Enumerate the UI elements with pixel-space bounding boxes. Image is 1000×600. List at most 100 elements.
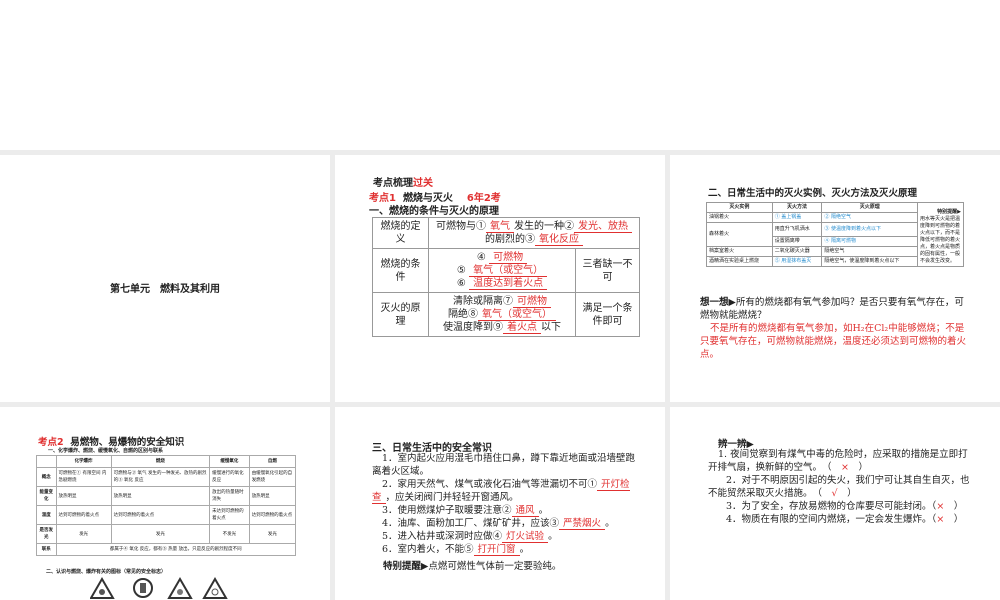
answer: 着火点 (503, 322, 541, 334)
answer: 氧气（或空气） (469, 265, 548, 277)
answer: 氧化反应 (535, 234, 583, 246)
slide-1[interactable]: 第七单元 燃料及其利用 (0, 155, 330, 402)
special-tip: 特别提醒▶点燃可燃性气体前一定要验纯。 (383, 560, 561, 573)
cell: 可燃物与② 氧气 发生的一种发光、放热的剧烈的③ 氧化 反应 (110, 467, 211, 487)
col-header: 灭火实例 (706, 202, 773, 213)
slide-2[interactable]: 考点梳理过关 考点1 燃烧与灭火 6年2考 一、燃烧的条件与灭火的原理 燃烧的定… (335, 155, 665, 402)
tip-label: 特别提醒▶ (383, 561, 429, 572)
answer: 可燃物 (489, 252, 528, 264)
cell: 缓慢进行的氧化反应 (209, 467, 250, 487)
note: 三者缺一不可 (575, 248, 640, 293)
safety-signs (90, 577, 228, 599)
think-label: 想一想▶ (700, 297, 736, 308)
reaction-table: 化学爆炸 燃烧 缓慢氧化 自燃 概念 可燃物在① 有限空间 内急剧燃烧 可燃物与② 氧气 … (36, 455, 297, 556)
table-row: 是否发光 发光 发光 不发光 发光 (36, 524, 297, 544)
text: 隔绝⑧ (448, 309, 478, 320)
slide-3[interactable]: 二、日常生活中的灭火实例、灭火方法及灭火原理 灭火实例 灭火方法 灭火原理 特别… (670, 155, 1000, 402)
answer-cell: ① 盖上锅盖 (771, 212, 823, 223)
oxidizer-sign-icon (202, 577, 228, 599)
cell: 发光 (248, 524, 297, 544)
tip-title: 特别提醒▶ (937, 209, 961, 215)
row-label: 联系 (36, 543, 57, 556)
header-text: 考点梳理 (373, 178, 413, 189)
slide-4[interactable]: 考点2 易燃物、易爆物的安全知识 一、化学爆炸、燃烧、缓慢氧化、自燃的区别与联系… (0, 407, 330, 600)
cell: 森林着火 (706, 222, 773, 247)
text: 5．进入枯井或深洞时应做④ (382, 531, 503, 542)
list-item: 4．物质在有限的空间内燃烧，一定会发生爆炸。（× ） (726, 514, 964, 525)
row-label: 灭火的原理 (372, 292, 429, 337)
cell: 由缓慢氧化引起的自发燃烧 (248, 467, 297, 487)
section-header: 考点梳理过关 (373, 174, 433, 189)
table-row: 概念 可燃物在① 有限空间 内急剧燃烧 可燃物与② 氧气 发生的一种发光、放热的剧烈… (36, 467, 297, 487)
section-title: 二、日常生活中的灭火实例、灭火方法及灭火原理 (708, 188, 918, 199)
answer: 氧气（或空气） (478, 309, 556, 321)
list-item: 1. 夜间觉察到有煤气中毒的危险时，应采取的措施是立即打开排气扇，换新鲜的空气。… (708, 449, 968, 473)
table-header: 化学爆炸 燃烧 缓慢氧化 自燃 (36, 455, 297, 468)
table-row: 能量变化 放热明显 放热明显 放出的热量随时消失 放热明显 (36, 486, 297, 506)
conditions-cell: ④ 可燃物 ⑤ 氧气（或空气） ⑥ 温度达到着火点 (428, 248, 576, 293)
text: 3．使用燃煤炉子取暖要注意② (382, 505, 512, 516)
think-answer: 不是所有的燃烧都有氧气参加，如H₂在Cl₂中能够燃烧；不是只要氧气存在，可燃物就… (700, 323, 967, 360)
cell: 发光 (110, 524, 211, 544)
tip-text: 点燃可燃性气体前一定要验纯。 (428, 561, 562, 572)
slide-5[interactable]: 三、日常生活中的安全常识 1．室内起火应用湿毛巾捂住口鼻，蹲下靠近地面或沿墙壁跑… (335, 407, 665, 600)
row-label: 燃烧的定义 (372, 217, 429, 249)
text: 。 (519, 544, 530, 555)
text: 的剧烈的③ (485, 234, 535, 245)
answer-cell: ② 隔绝空气 (821, 212, 918, 223)
text: 。 (538, 505, 549, 516)
text: 。 (548, 531, 558, 542)
num: ⑤ (456, 265, 466, 276)
col-header: 缓慢氧化 (209, 455, 250, 468)
col-header: 灭火原理 (821, 202, 918, 213)
text: 4．油库、面粉加工厂、煤矿矿井，应该③ (382, 518, 560, 529)
combustion-table: 燃烧的定义 可燃物与① 氧气 发生的一种② 发光、放热的剧烈的③ 氧化反应 燃烧的条件 … (372, 217, 640, 337)
table-header: 灭火实例 灭火方法 灭火原理 特别提醒▶ 用水等灭火是把温度降到可燃物的着火点以下… (706, 202, 964, 267)
cell: 发光 (55, 524, 112, 544)
cell: 二氧化碳灭火器 (771, 246, 823, 257)
cell: 放热明显 (55, 486, 112, 506)
answer-mark: √ (831, 488, 838, 499)
slide-6[interactable]: 辨一辨▶ 1. 夜间觉察到有煤气中毒的危险时，应采取的措施是立即打开排气扇，换新… (670, 407, 1000, 600)
safety-list: 1．室内起火应用湿毛巾捂住口鼻，蹲下靠近地面或沿墙壁跑离着火区域。 2．家用天然… (372, 452, 642, 556)
list-item: 2．对于不明原因引起的失火，我们宁可让其自生自灭，也不能贸然采取灭火措施。 （ … (708, 475, 970, 499)
principle-cell: 清除或隔离⑦ 可燃物 隔绝⑧ 氧气（或空气） 使温度降到⑨ 着火点 以下 (428, 292, 576, 337)
list-item: 1．室内起火应用湿毛巾捂住口鼻，蹲下靠近地面或沿墙壁跑离着火区域。 (372, 453, 636, 477)
answer: 灯火试验 (502, 531, 549, 543)
cell: 隔绝空气，使温度降到着火点以下 (821, 256, 918, 267)
cell: 达到可燃物的着火点 (55, 505, 112, 525)
list-item: 2．家用天然气、煤气或液化石油气等泄漏切不可① 开灯检查 ，应关闭阀门并轻轻开窗通风… (372, 478, 642, 504)
cell: 酒精洒在实验桌上燃烧 (706, 256, 773, 267)
cell: 未达到可燃物的着火点 (209, 505, 250, 525)
answer-mark: × (936, 501, 945, 512)
text: 6．室内着火，不能⑤ (382, 544, 474, 555)
row-label: 燃烧的条件 (372, 248, 429, 293)
answer: 打开门窗 (473, 544, 520, 556)
answer-cell: ③ 使温度降到着火点以下 (821, 222, 918, 237)
answer: 可燃物 (513, 296, 551, 308)
statement: 4．物质在有限的空间内燃烧，一定会发生爆炸。 (726, 514, 932, 525)
text: 使温度降到⑨ (443, 322, 503, 333)
flammable-sign-icon (90, 577, 115, 599)
row-label: 温度 (36, 505, 57, 525)
list-item: 3．使用燃煤炉子取暖要注意② 通风。 (372, 504, 642, 517)
answer-mark: × (936, 514, 945, 525)
text: 可燃物与① (436, 221, 486, 232)
cell: 档案室着火 (706, 246, 773, 257)
statement: 1. 夜间觉察到有煤气中毒的危险时，应采取的措施是立即打开排气扇，换新鲜的空气。 (708, 449, 968, 473)
num: ⑥ (456, 278, 466, 289)
cell: 用直升飞机洒水 (771, 222, 823, 237)
list-item: 4．油库、面粉加工厂、煤矿矿井，应该③ 严禁烟火。 (372, 517, 642, 530)
section-title: 一、燃烧的条件与灭火的原理 (369, 206, 499, 217)
tip-text: 用水等灭火是把温度降到可燃物的着火点以下，而不是降低可燃物的着火点，着火点是物质… (920, 216, 961, 264)
col-header (36, 455, 57, 468)
answer: 通风 (511, 505, 539, 517)
cell: 设置隔离带 (771, 236, 823, 247)
think-question: 想一想▶所有的燃烧都有氧气参加吗？是否只要有氧气存在，可燃物就能燃烧？ (700, 296, 970, 322)
subtitle: 二、认识与燃烧、爆炸有关的图标（常见的安全标志） (46, 569, 167, 575)
num: ④ (476, 252, 486, 263)
no-fireworks-sign-icon (133, 578, 153, 598)
answer-cell: ⑤ 用湿抹布盖灭 (771, 256, 823, 267)
key-point: 考点2 易燃物、易爆物的安全知识 (38, 434, 184, 448)
cell: 达到可燃物的着火点 (248, 505, 297, 525)
